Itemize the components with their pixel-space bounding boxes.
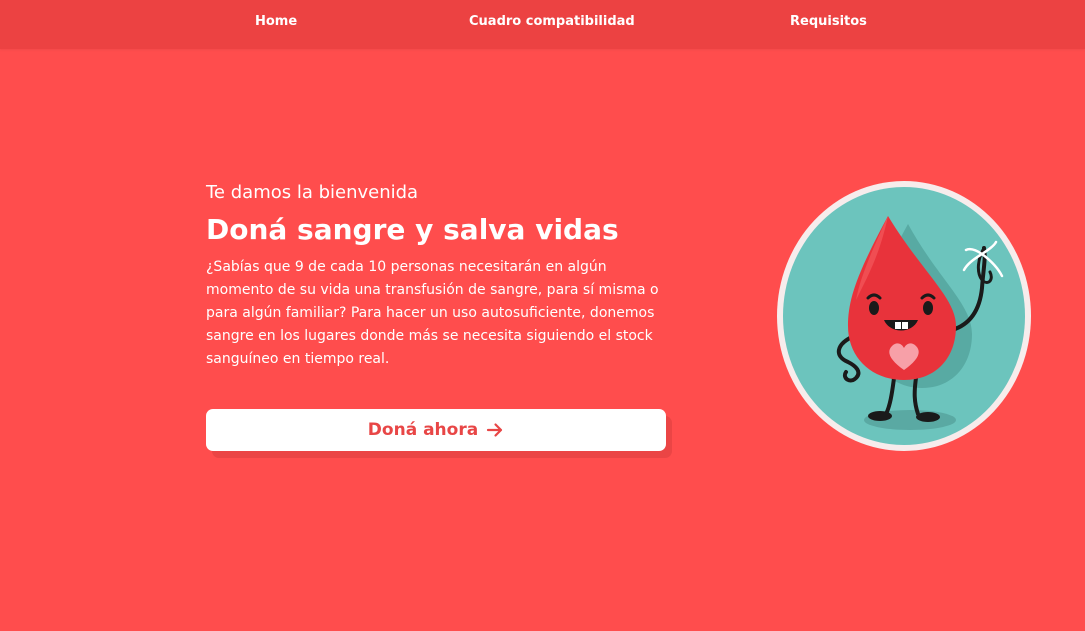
arrow-right-icon: [486, 422, 504, 438]
nav-compatibility-link[interactable]: Cuadro compatibilidad: [469, 14, 635, 29]
top-navbar: Home Cuadro compatibilidad Requisitos: [0, 0, 1085, 49]
nav-home-link[interactable]: Home: [255, 14, 297, 29]
intro-paragraph: ¿Sabías que 9 de cada 10 personas necesi…: [206, 259, 659, 367]
blood-drop-mascot-icon: [776, 180, 1032, 452]
nav-requirements-link[interactable]: Requisitos: [790, 14, 867, 29]
welcome-subtitle: Te damos la bienvenida: [206, 182, 419, 203]
donate-now-label: Doná ahora: [367, 420, 479, 440]
page-title: Doná sangre y salva vidas: [206, 213, 619, 246]
donate-now-button[interactable]: Doná ahora: [206, 409, 666, 451]
